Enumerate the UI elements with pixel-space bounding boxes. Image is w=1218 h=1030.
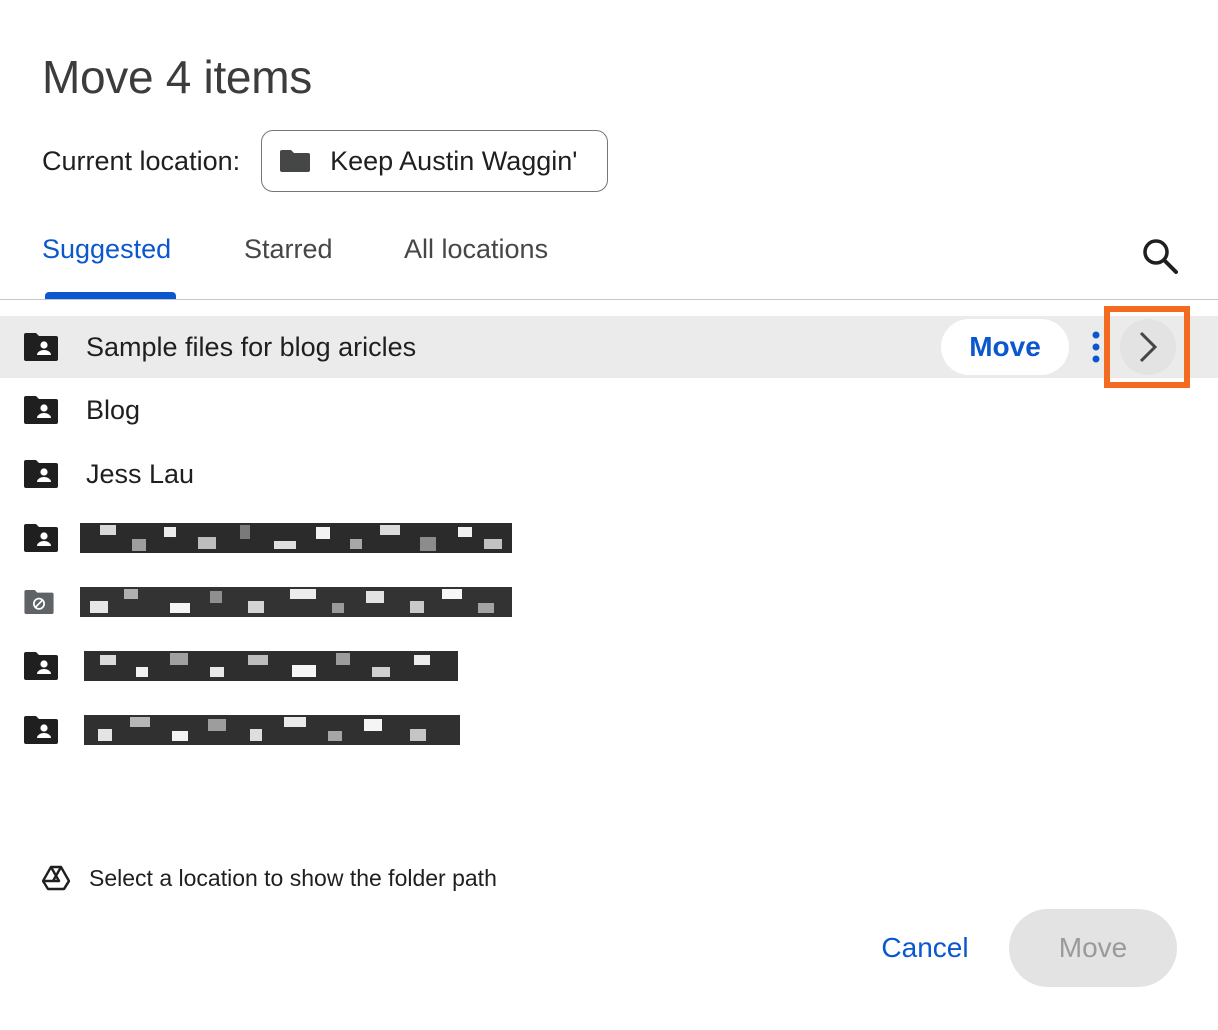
- drive-icon: [42, 865, 70, 891]
- list-item[interactable]: [0, 506, 1218, 570]
- list-item[interactable]: [0, 570, 1218, 634]
- folder-path-info: Select a location to show the folder pat…: [42, 864, 497, 892]
- open-folder-button[interactable]: [1120, 319, 1176, 375]
- shared-folder-icon: [24, 396, 58, 424]
- redacted-text: [80, 587, 512, 617]
- current-location-chip[interactable]: Keep Austin Waggin': [261, 130, 609, 192]
- list-item-label: Sample files for blog aricles: [86, 331, 417, 362]
- redacted-text: [84, 715, 460, 745]
- folder-list: Sample files for blog aricles Move Blog …: [0, 316, 1218, 762]
- cancel-button[interactable]: Cancel: [862, 910, 988, 986]
- move-button[interactable]: Move: [1009, 909, 1177, 987]
- list-item[interactable]: Blog: [0, 378, 1218, 442]
- chevron-right-icon: [1139, 331, 1158, 363]
- active-tab-indicator: [45, 292, 176, 299]
- shared-folder-icon: [24, 460, 58, 488]
- search-icon[interactable]: [1138, 234, 1182, 278]
- current-location-row: Current location: Keep Austin Waggin': [42, 130, 609, 192]
- location-tabs: Suggested Starred All locations: [0, 222, 1218, 300]
- current-location-label: Current location:: [42, 145, 241, 176]
- list-item[interactable]: [0, 634, 1218, 698]
- shared-folder-icon: [24, 716, 58, 744]
- redacted-text: [84, 651, 458, 681]
- tab-all-locations[interactable]: All locations: [404, 234, 548, 265]
- folder-icon: [280, 150, 311, 172]
- list-item[interactable]: Sample files for blog aricles Move: [0, 316, 1218, 378]
- list-item[interactable]: Jess Lau: [0, 442, 1218, 506]
- redacted-text: [80, 523, 512, 553]
- row-move-button[interactable]: Move: [941, 319, 1069, 375]
- list-item[interactable]: [0, 698, 1218, 762]
- tab-starred[interactable]: Starred: [244, 234, 333, 265]
- list-item-label: Blog: [86, 394, 141, 425]
- current-location-value: Keep Austin Waggin': [330, 145, 578, 176]
- more-options-icon[interactable]: [1088, 330, 1104, 364]
- tab-suggested[interactable]: Suggested: [42, 234, 171, 265]
- folder-path-hint: Select a location to show the folder pat…: [89, 864, 497, 891]
- shared-folder-icon: [24, 652, 58, 680]
- list-item-label: Jess Lau: [86, 458, 195, 489]
- shared-folder-icon: [24, 524, 58, 552]
- shared-folder-icon: [24, 333, 58, 361]
- restricted-folder-icon: [24, 590, 54, 614]
- dialog-title: Move 4 items: [42, 51, 312, 103]
